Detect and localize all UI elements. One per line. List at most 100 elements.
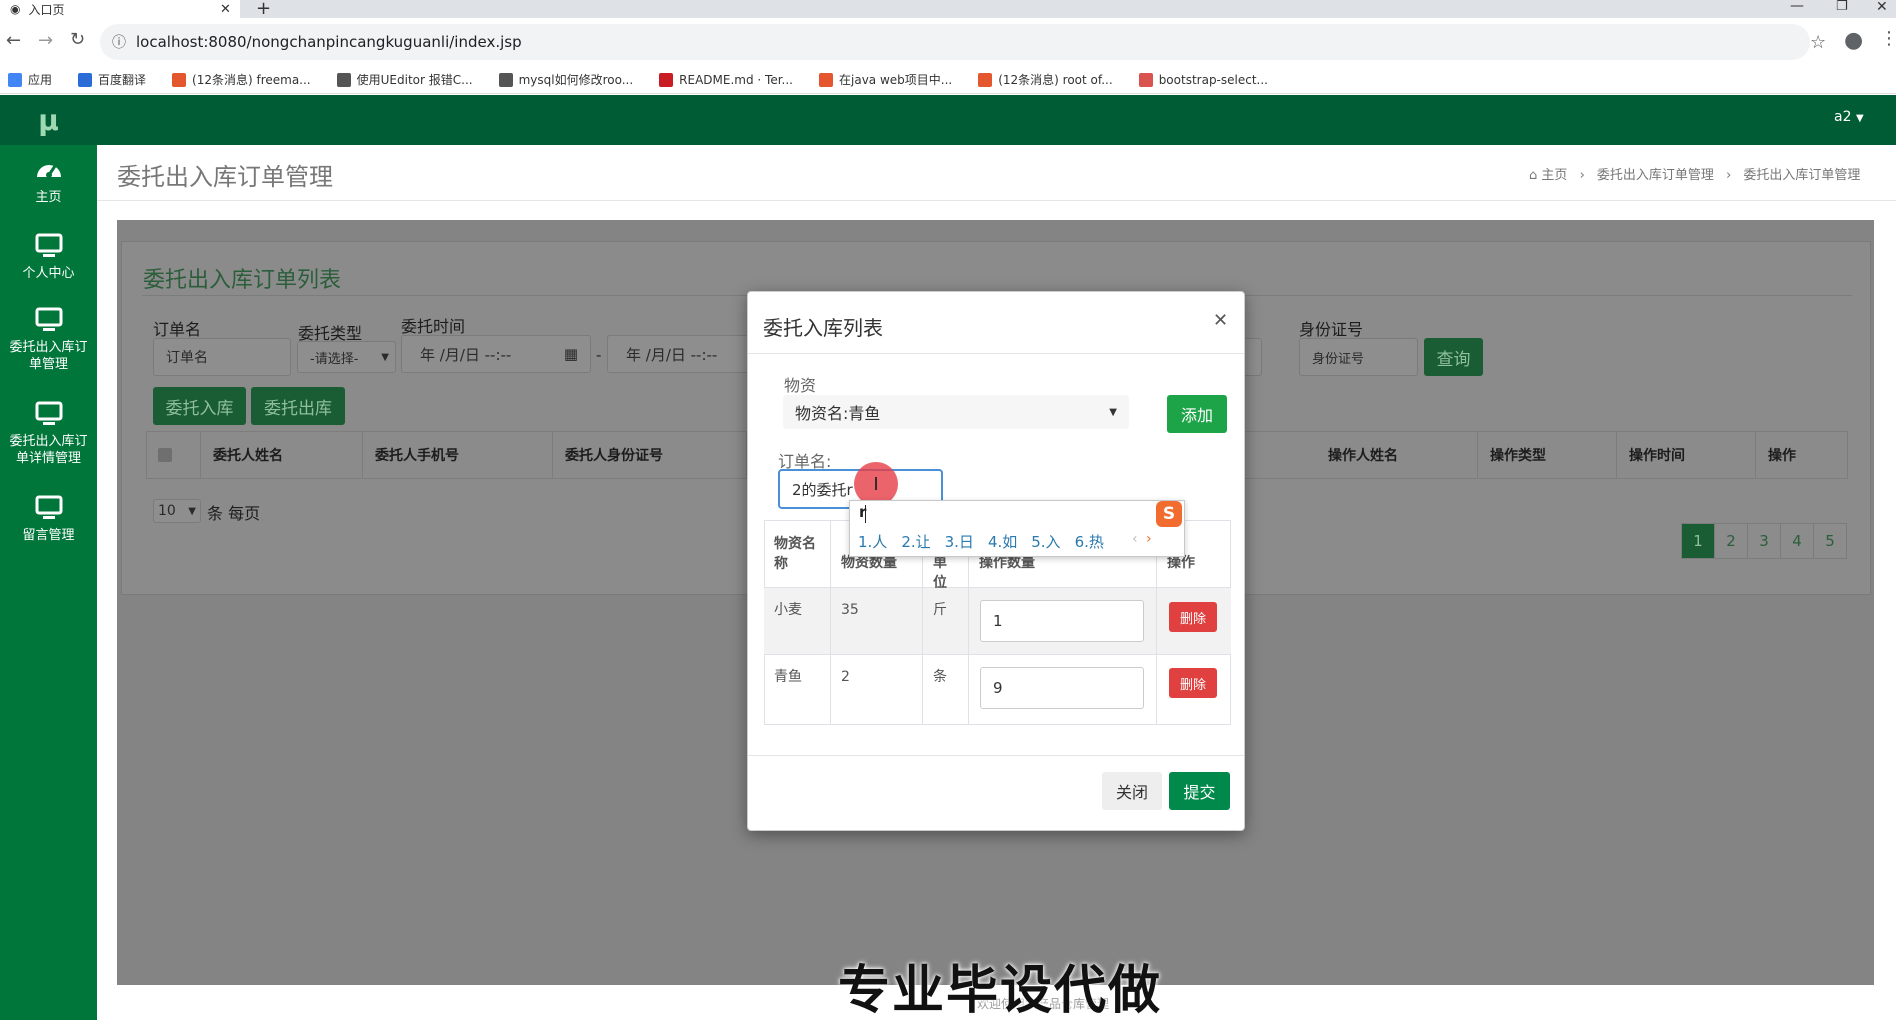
page-5[interactable]: 5 bbox=[1813, 523, 1847, 559]
bookmark-favicon-icon bbox=[659, 72, 674, 87]
id-input[interactable]: 身份证号 bbox=[1299, 338, 1418, 376]
bookmark-item[interactable]: 使用UEditor 报错C... bbox=[336, 71, 473, 88]
sidebar-item-home[interactable]: 主页 bbox=[0, 157, 97, 206]
page-1[interactable]: 1 bbox=[1681, 523, 1715, 559]
minimize-icon[interactable]: — bbox=[1790, 0, 1804, 14]
close-window-icon[interactable]: ✕ bbox=[1876, 0, 1888, 15]
page-3[interactable]: 3 bbox=[1747, 523, 1781, 559]
caret-down-icon: ▼ bbox=[1855, 113, 1864, 124]
search-button[interactable]: 查询 bbox=[1424, 338, 1483, 376]
sidebar-item-orders[interactable]: 委托出入库订单管理 bbox=[0, 307, 97, 373]
close-tab-icon[interactable]: ✕ bbox=[220, 2, 231, 17]
sidebar-item-messages[interactable]: 留言管理 bbox=[0, 495, 97, 544]
reload-icon[interactable]: ↻ bbox=[70, 29, 85, 50]
restore-icon[interactable]: ❐ bbox=[1836, 0, 1848, 14]
entrust-in-button[interactable]: 委托入库 bbox=[153, 387, 246, 425]
bookmark-favicon-icon bbox=[498, 72, 513, 87]
ime-candidate[interactable]: 2.让 bbox=[901, 533, 930, 551]
bookmark-item[interactable]: 在java web项目中... bbox=[819, 71, 952, 88]
add-goods-button[interactable]: 添加 bbox=[1167, 395, 1227, 433]
monitor-icon bbox=[35, 495, 62, 519]
page-title: 委托出入库订单管理 bbox=[117, 163, 333, 191]
bookmark-favicon-icon bbox=[1138, 72, 1153, 87]
page-size-select[interactable]: 10 ▼ bbox=[153, 499, 201, 523]
bookmark-label: bootstrap-select... bbox=[1158, 72, 1268, 87]
bookmark-label: (12条消息) root of... bbox=[998, 73, 1113, 87]
ime-candidate-window: r S 1.人 2.让 3.日 4.如 5.入 6.热 ‹ › bbox=[849, 500, 1185, 557]
bookmark-favicon-icon bbox=[8, 72, 22, 87]
user-menu[interactable]: a2 ▼ bbox=[1834, 109, 1864, 125]
caret-down-icon: ▼ bbox=[188, 505, 196, 517]
row2-delete-button[interactable]: 删除 bbox=[1169, 668, 1217, 698]
row1-name: 小麦 bbox=[764, 588, 831, 655]
bookmark-label: (12条消息) freema... bbox=[192, 73, 311, 87]
menu-icon[interactable]: ⋮ bbox=[1880, 28, 1896, 49]
submit-button[interactable]: 提交 bbox=[1169, 772, 1230, 810]
col-entruster-id[interactable]: 委托人身份证号 bbox=[553, 431, 747, 479]
row1-qty-input[interactable]: 1 bbox=[980, 600, 1144, 642]
profile-icon[interactable]: ● bbox=[1844, 28, 1863, 53]
id-label: 身份证号 bbox=[1299, 320, 1364, 339]
browser-tab-strip: ◉ 入口页 ✕ + — ❐ ✕ bbox=[0, 0, 1896, 19]
ime-candidate[interactable]: 4.如 bbox=[988, 533, 1017, 551]
bookmark-favicon-icon bbox=[172, 72, 187, 87]
bookmark-label: 百度翻译 bbox=[98, 73, 147, 87]
monitor-icon bbox=[35, 233, 62, 257]
row1-delete-button[interactable]: 删除 bbox=[1169, 602, 1217, 632]
ime-next-icon[interactable]: › bbox=[1146, 531, 1152, 547]
col-goods-name: 物资名称 bbox=[764, 520, 831, 588]
page-2[interactable]: 2 bbox=[1714, 523, 1748, 559]
select-all-checkbox[interactable] bbox=[146, 431, 201, 479]
breadcrumb-home[interactable]: 主页 bbox=[1541, 168, 1567, 183]
bookmark-item[interactable]: mysql如何修改roo... bbox=[498, 71, 633, 88]
bookmark-favicon-icon bbox=[978, 72, 993, 87]
browser-tab[interactable]: ◉ 入口页 ✕ bbox=[0, 0, 240, 18]
row2-qty-input[interactable]: 9 bbox=[980, 667, 1144, 709]
ime-candidate[interactable]: 6.热 bbox=[1075, 533, 1104, 551]
bookmark-item[interactable]: README.md · Ter... bbox=[659, 71, 793, 88]
bookmark-item[interactable]: 应用 bbox=[8, 71, 52, 88]
sidebar-item-order-details[interactable]: 委托出入库订单详情管理 bbox=[0, 401, 97, 467]
back-icon[interactable]: ← bbox=[6, 30, 21, 51]
breadcrumb-section[interactable]: 委托出入库订单管理 bbox=[1597, 168, 1714, 183]
goods-select[interactable]: 物资名:青鱼 ▼ bbox=[783, 395, 1129, 429]
col-operation-type[interactable]: 操作类型 bbox=[1478, 431, 1617, 479]
bookmark-item[interactable]: (12条消息) root of... bbox=[978, 71, 1113, 88]
bookmark-item[interactable]: bootstrap-select... bbox=[1138, 71, 1268, 88]
sidebar: μ 主页 个人中心 委托出入库订单管理 委托出入库订单详情管理 留言管理 bbox=[0, 95, 97, 1020]
url-bar[interactable]: ⓘ localhost:8080/nongchanpincangkuguanli… bbox=[100, 24, 1826, 60]
watermark-text: 专业毕设代做 bbox=[838, 961, 1163, 1021]
bookmark-item[interactable]: 百度翻译 bbox=[78, 71, 146, 88]
top-navbar: a2 ▼ bbox=[97, 95, 1896, 145]
sogou-logo-icon: S bbox=[1156, 501, 1182, 527]
col-entruster-name[interactable]: 委托人姓名 bbox=[201, 431, 363, 479]
time-end-input[interactable]: 年 /月/日 --:-- bbox=[607, 335, 749, 373]
modal-close-icon[interactable]: ✕ bbox=[1213, 310, 1228, 331]
col-entruster-phone[interactable]: 委托人手机号 bbox=[363, 431, 553, 479]
ime-candidate[interactable]: 5.入 bbox=[1031, 533, 1060, 551]
time-start-input[interactable]: 年 /月/日 --:-- ▦ bbox=[401, 335, 591, 373]
sidebar-item-label: 委托出入库订单详情管理 bbox=[9, 434, 88, 466]
type-select[interactable]: -请选择- ▼ bbox=[297, 341, 396, 373]
bookmark-star-icon[interactable]: ☆ bbox=[1810, 32, 1826, 53]
bookmark-item[interactable]: (12条消息) freema... bbox=[172, 71, 311, 88]
col-operation-time[interactable]: 操作时间 bbox=[1617, 431, 1756, 479]
page-4[interactable]: 4 bbox=[1780, 523, 1814, 559]
ime-candidate[interactable]: 1.人 bbox=[858, 533, 887, 551]
calendar-icon[interactable]: ▦ bbox=[564, 345, 578, 363]
entrust-out-button[interactable]: 委托出库 bbox=[251, 387, 345, 425]
new-tab-icon[interactable]: + bbox=[256, 0, 271, 19]
user-name: a2 bbox=[1834, 109, 1852, 125]
sidebar-item-profile[interactable]: 个人中心 bbox=[0, 233, 97, 282]
breadcrumb: ⌂ 主页 › 委托出入库订单管理 › 委托出入库订单管理 bbox=[1529, 168, 1861, 183]
info-icon: ⓘ bbox=[112, 35, 126, 51]
ime-candidate[interactable]: 3.日 bbox=[945, 533, 974, 551]
breadcrumb-current: 委托出入库订单管理 bbox=[1743, 168, 1861, 183]
col-operator-name[interactable]: 操作人姓名 bbox=[1316, 431, 1478, 479]
forward-icon[interactable]: → bbox=[38, 30, 53, 51]
close-button[interactable]: 关闭 bbox=[1102, 772, 1162, 810]
ime-prev-icon[interactable]: ‹ bbox=[1132, 531, 1138, 547]
monitor-icon bbox=[35, 401, 62, 425]
order-name-input[interactable]: 订单名 bbox=[153, 338, 291, 376]
bookmarks-bar: 应用 百度翻译 (12条消息) freema... 使用UEditor 报错C... m… bbox=[0, 66, 1896, 94]
